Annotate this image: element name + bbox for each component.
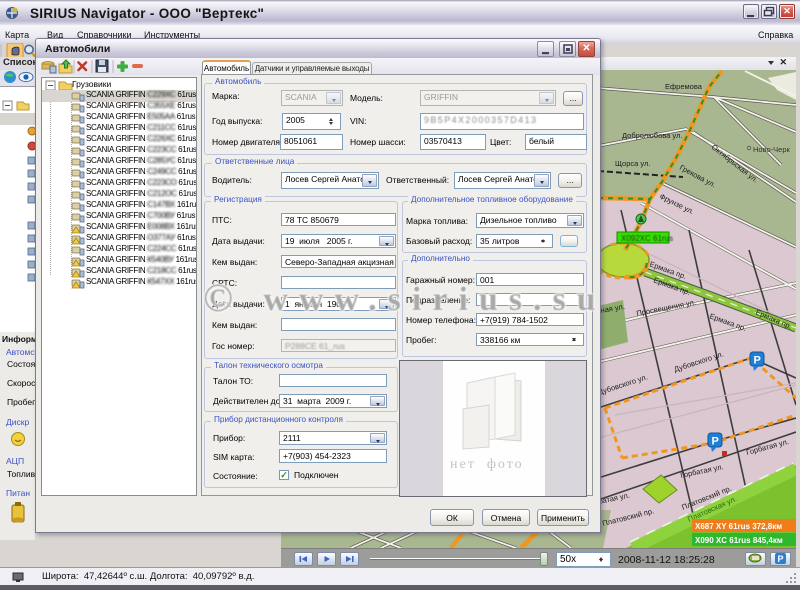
svg-text:Ново-Черк: Ново-Черк: [753, 145, 790, 154]
svg-text:X090 XC 61rus 845,4км: X090 XC 61rus 845,4км: [695, 536, 783, 545]
svg-text:Добролюбова ул.: Добролюбова ул.: [622, 131, 682, 140]
svg-text:P: P: [712, 436, 719, 448]
svg-text:Ефремова: Ефремова: [665, 82, 703, 91]
svg-text:X092XC 61rus: X092XC 61rus: [621, 234, 673, 243]
svg-text:X687 XY 61rus 372,8км: X687 XY 61rus 372,8км: [695, 522, 782, 531]
svg-text:P: P: [754, 355, 761, 367]
svg-text:Щорса ул.: Щорса ул.: [615, 159, 650, 168]
svg-text:P: P: [778, 554, 784, 564]
